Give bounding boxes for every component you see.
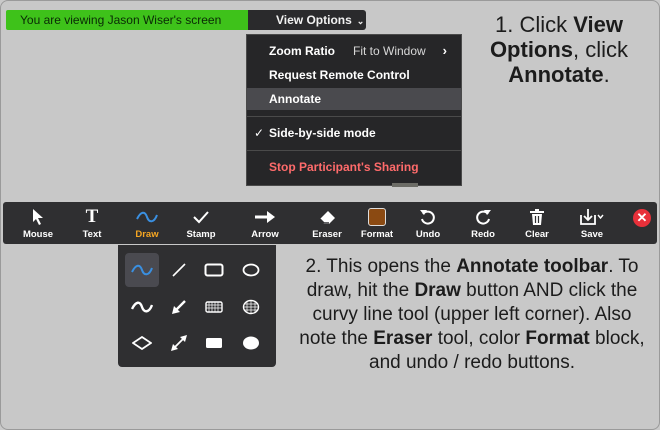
draw-tool-wavy-line[interactable] [125,290,159,324]
tool-label: Redo [471,229,495,240]
ellipse-hatched-icon [242,299,260,315]
zoom-ratio-label: Zoom Ratio [269,44,335,58]
tool-save[interactable]: Save [565,202,619,244]
view-options-button[interactable]: View Options ⌄ [248,10,366,30]
instruction-step-2: 2. This opens the Annotate toolbar. To d… [299,256,645,373]
trash-icon [530,209,544,225]
zoom-ratio-value: Fit to Window [353,44,426,58]
draw-tool-ellipse-hatched[interactable] [234,290,268,324]
color-format-swatch [368,208,386,226]
tool-redo[interactable]: Redo [456,202,510,244]
tool-stamp[interactable]: Stamp [174,202,228,244]
background-fragment [392,183,418,187]
draw-tool-curvy-line[interactable] [125,253,159,287]
tool-undo[interactable]: Undo [401,202,455,244]
instruction-step-1: 1. Click View Options, click Annotate. [489,12,629,87]
curvy-line-icon [131,264,153,276]
check-icon: ✓ [254,126,265,140]
tool-format[interactable]: Format [350,202,404,244]
draw-tool-line[interactable] [162,253,196,287]
redo-icon [476,210,491,225]
draw-tool-double-arrow[interactable] [162,326,196,360]
tool-arrow[interactable]: Arrow [238,202,292,244]
tool-label: Eraser [312,229,342,240]
menu-item-request-remote-control[interactable]: Request Remote Control [247,64,461,86]
tool-label: Arrow [251,229,279,240]
tool-mouse[interactable]: Mouse [11,202,65,244]
rectangle-hatched-icon [205,301,223,313]
wavy-line-icon [131,301,153,313]
draw-tool-ellipse-filled[interactable] [234,326,268,360]
menu-divider [247,116,461,117]
chevron-down-icon: ⌄ [356,16,365,26]
tool-label: Format [360,229,394,240]
tool-clear[interactable]: Clear [510,202,564,244]
save-download-icon [580,209,604,225]
line-icon [172,263,186,277]
draw-tools-panel [118,245,276,367]
tool-draw[interactable]: Draw [120,202,174,244]
tool-label: Save [580,229,604,240]
mouse-pointer-icon [33,209,43,225]
chevron-right-icon: › [442,43,447,58]
menu-item-side-by-side[interactable]: ✓ Side-by-side mode [247,122,461,144]
tool-label: Undo [415,229,441,240]
view-options-label: View Options [276,13,352,27]
arrow-icon [172,300,186,314]
checkmark-icon [193,211,209,224]
double-arrow-icon [171,335,187,351]
viewing-banner: You are viewing Jason Wiser's screen [6,10,248,30]
draw-tool-arrow[interactable] [162,290,196,324]
close-toolbar-button[interactable]: ✕ [633,209,651,227]
menu-item-annotate[interactable]: Annotate [247,88,461,110]
arrow-right-icon [255,211,275,223]
close-icon: ✕ [636,210,648,225]
menu-divider [247,150,461,151]
tool-label: Stamp [186,229,216,240]
draw-tool-diamond-outline[interactable] [125,326,159,360]
tool-label: Mouse [22,229,54,240]
draw-tool-ellipse-outline[interactable] [234,253,268,287]
draw-tool-rectangle-outline[interactable] [197,253,231,287]
rectangle-filled-icon [206,338,222,348]
tool-label: Text [82,229,102,240]
view-options-menu: Zoom Ratio Fit to Window › Request Remot… [246,34,462,186]
draw-tool-rectangle-filled[interactable] [197,326,231,360]
draw-tool-rectangle-hatched[interactable] [197,290,231,324]
text-tool-icon: T [85,206,99,227]
tool-label: Draw [135,229,159,240]
ellipse-filled-icon [243,336,259,350]
tool-label: Clear [525,229,549,240]
annotate-toolbar: Mouse T Text Draw Stamp Arrow Eraser For… [3,202,657,244]
menu-item-zoom-ratio[interactable]: Zoom Ratio Fit to Window › [247,40,461,62]
rectangle-outline-icon [204,263,224,277]
tool-eraser[interactable]: Eraser [300,202,354,244]
side-by-side-label: Side-by-side mode [269,126,376,140]
eraser-icon [319,211,335,224]
undo-icon [420,210,435,225]
diamond-outline-icon [132,336,152,350]
ellipse-outline-icon [242,263,260,277]
curvy-line-icon [136,211,158,223]
menu-item-stop-sharing[interactable]: Stop Participant's Sharing [247,156,461,178]
tool-text[interactable]: T Text [65,202,119,244]
